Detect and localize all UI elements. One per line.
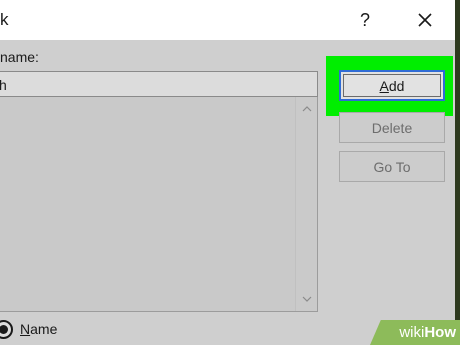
help-button[interactable]: ?	[352, 6, 378, 34]
dialog-title: k	[0, 10, 9, 29]
focus-ring	[343, 74, 441, 97]
add-button[interactable]: Add	[339, 70, 445, 101]
chevron-up-icon	[302, 106, 312, 112]
bookmark-dialog: k ? name: h Add Delete Go To Name	[0, 0, 455, 345]
sort-by-name-label[interactable]: Name	[20, 321, 57, 337]
name-field-label: name:	[0, 49, 39, 65]
title-bar: k ?	[0, 0, 455, 40]
close-icon	[418, 13, 432, 27]
radio-selected-dot	[0, 325, 8, 334]
bookmark-name-input[interactable]: h	[0, 71, 318, 97]
wikihow-watermark: wiki How	[370, 320, 460, 345]
close-button[interactable]	[410, 6, 440, 34]
bookmark-list[interactable]	[0, 97, 318, 312]
sort-by-name-radio[interactable]	[0, 320, 13, 339]
scroll-up-button[interactable]	[296, 101, 318, 117]
delete-button[interactable]: Delete	[339, 112, 445, 143]
list-scrollbar[interactable]	[295, 97, 317, 311]
goto-button[interactable]: Go To	[339, 151, 445, 182]
scroll-down-button[interactable]	[296, 291, 318, 307]
chevron-down-icon	[302, 296, 312, 302]
